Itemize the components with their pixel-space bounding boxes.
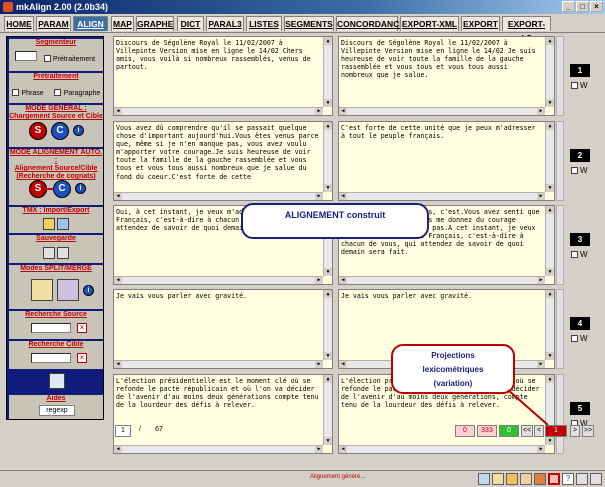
status-bar: Alignement généré... ? — [0, 470, 605, 487]
row-separator: / — [139, 426, 141, 433]
help-icon[interactable]: ? — [562, 473, 574, 485]
last-button[interactable]: >> — [582, 425, 594, 437]
prev-button[interactable]: < — [534, 425, 544, 437]
next-button[interactable]: > — [570, 425, 580, 437]
projections-icon[interactable] — [548, 473, 560, 485]
current-row-field[interactable]: 1 — [115, 425, 131, 437]
app-window: mkAlign 2.00 (2.0b34) _ □ × HOME PARAM ALI… — [0, 0, 605, 487]
first-button[interactable]: << — [521, 425, 533, 437]
status-text: Alignement généré... — [310, 474, 366, 480]
counter-a: 0 — [455, 425, 475, 437]
callout-arrow — [507, 389, 549, 426]
tool-icon-4[interactable] — [520, 473, 532, 485]
counter-c: 0 — [499, 425, 519, 437]
tool-icon-8[interactable] — [576, 473, 588, 485]
tool-icon-5[interactable] — [534, 473, 546, 485]
tool-icon-2[interactable] — [492, 473, 504, 485]
tool-icon-1[interactable] — [478, 473, 490, 485]
tool-icon-3[interactable] — [506, 473, 518, 485]
exit-icon[interactable] — [590, 473, 602, 485]
page-field[interactable]: 1 — [545, 425, 567, 437]
total-rows: 67 — [155, 426, 163, 433]
counter-b: 333 — [477, 425, 497, 437]
